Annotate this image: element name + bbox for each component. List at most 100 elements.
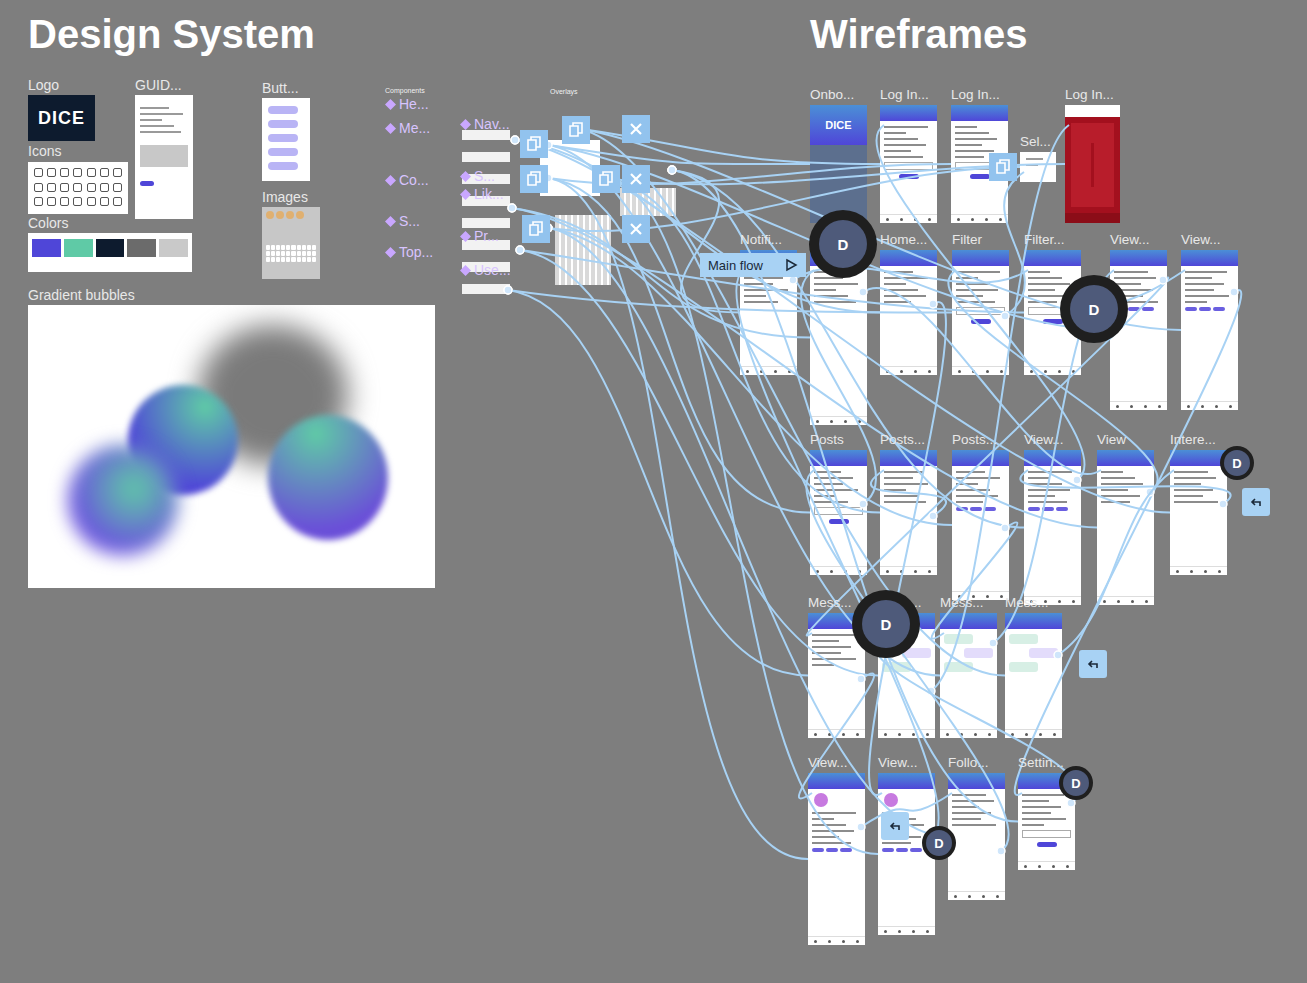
connection-arrow[interactable]	[605, 178, 878, 854]
component-item[interactable]: S...	[460, 168, 495, 184]
wireframe-screen[interactable]	[1170, 450, 1227, 575]
connection-arrow[interactable]	[515, 140, 1170, 513]
connection-node[interactable]	[508, 204, 516, 212]
flow-start-button[interactable]: Main flow	[700, 253, 806, 277]
component-item[interactable]: S...	[385, 213, 420, 229]
wireframe-screen[interactable]	[952, 250, 1009, 375]
overlay-tile[interactable]	[520, 165, 548, 193]
connection-node[interactable]	[668, 166, 676, 174]
connection-node[interactable]	[668, 166, 676, 174]
connection-node[interactable]	[504, 286, 512, 294]
connection-arrow[interactable]	[1015, 290, 1242, 795]
connection-arrow[interactable]	[548, 145, 810, 164]
connection-node[interactable]	[516, 246, 524, 254]
connection-arrow[interactable]	[672, 170, 1018, 822]
connection-node[interactable]	[789, 276, 797, 284]
wireframe-screen[interactable]	[1020, 152, 1056, 182]
component-item[interactable]: Me...	[385, 120, 430, 136]
connection-node[interactable]	[859, 288, 867, 296]
wireframe-screen[interactable]	[1005, 613, 1062, 738]
connection-arrow[interactable]	[548, 178, 810, 513]
connection-arrow[interactable]	[520, 250, 1024, 313]
gradient-bubbles[interactable]	[28, 305, 435, 588]
comment-avatar[interactable]: D	[1060, 275, 1128, 343]
connection-arrow[interactable]	[548, 228, 952, 525]
connection-arrow[interactable]	[736, 270, 939, 839]
color-swatch[interactable]	[127, 239, 156, 257]
wireframe-screen[interactable]	[880, 105, 937, 223]
wireframe-screen[interactable]: DICE	[810, 105, 867, 223]
connection-node[interactable]	[504, 286, 512, 294]
component-item[interactable]: Top...	[385, 244, 433, 260]
wireframe-screen[interactable]	[1097, 450, 1154, 605]
connection-node[interactable]	[929, 300, 937, 308]
connection-node[interactable]	[511, 136, 519, 144]
overlay-tile[interactable]	[522, 215, 550, 243]
connection-arrow[interactable]	[508, 290, 808, 676]
connection-arrow[interactable]	[548, 145, 940, 676]
connection-node[interactable]	[857, 823, 865, 831]
connection-arrow[interactable]	[874, 633, 1079, 803]
connection-node[interactable]	[1230, 288, 1238, 296]
connection-arrow[interactable]	[948, 270, 1157, 492]
connection-arrow[interactable]	[672, 170, 1024, 528]
back-action[interactable]	[1079, 650, 1107, 678]
comment-avatar[interactable]: D	[922, 826, 956, 860]
images-frame[interactable]	[262, 207, 320, 279]
connection-arrow[interactable]	[548, 145, 1110, 330]
component-item[interactable]: Co...	[385, 172, 429, 188]
color-swatch[interactable]	[96, 239, 125, 257]
connection-arrow[interactable]	[672, 170, 740, 313]
connection-arrow[interactable]	[512, 208, 1097, 528]
connection-arrow[interactable]	[801, 270, 876, 504]
overlay-tile[interactable]	[592, 165, 620, 193]
connection-arrow[interactable]	[575, 128, 880, 164]
connection-node[interactable]	[1219, 500, 1227, 508]
colors-frame[interactable]	[28, 233, 192, 272]
overlay-tile[interactable]	[562, 116, 590, 144]
component-item[interactable]: Pr...	[460, 228, 499, 244]
comment-avatar[interactable]: D	[1220, 446, 1254, 480]
connection-arrow[interactable]	[806, 470, 1009, 851]
overlay-tile[interactable]	[622, 115, 650, 143]
overlay-tile[interactable]	[989, 153, 1017, 181]
back-action[interactable]	[881, 812, 909, 840]
component-item[interactable]: Use...	[460, 262, 511, 278]
connection-node[interactable]	[1146, 488, 1154, 496]
connection-node[interactable]	[1001, 312, 1009, 320]
wireframe-screen[interactable]	[940, 613, 997, 738]
connection-node[interactable]	[997, 847, 1005, 855]
wireframe-screen[interactable]	[808, 773, 865, 945]
connection-arrow[interactable]	[605, 178, 880, 513]
overlay-keyboard[interactable]	[555, 215, 611, 285]
connection-node[interactable]	[857, 675, 865, 683]
wireframe-screen[interactable]	[1181, 250, 1238, 410]
wireframe-screen[interactable]	[1065, 105, 1120, 223]
color-swatch[interactable]	[64, 239, 93, 257]
component-item[interactable]: Lik...	[460, 186, 504, 202]
connection-arrow[interactable]	[512, 208, 810, 338]
color-swatch[interactable]	[159, 239, 188, 257]
comment-avatar[interactable]: D	[809, 210, 877, 278]
overlay-tile[interactable]	[622, 215, 650, 243]
figma-canvas[interactable]: Design SystemWireframesLogoDICEGUID...Bu…	[0, 0, 1307, 983]
wireframe-screen[interactable]	[952, 450, 1009, 600]
connection-node[interactable]	[1067, 799, 1075, 807]
connection-node[interactable]	[668, 166, 676, 174]
connection-node[interactable]	[929, 512, 937, 520]
color-swatch[interactable]	[32, 239, 61, 257]
connection-node[interactable]	[1073, 476, 1081, 484]
connection-node[interactable]	[1054, 651, 1062, 659]
connection-arrow[interactable]	[869, 302, 946, 795]
buttons-frame[interactable]	[262, 98, 310, 181]
icons-frame[interactable]	[28, 162, 128, 214]
overlay-menu[interactable]	[540, 140, 600, 196]
wireframe-screen[interactable]	[880, 250, 937, 375]
connection-node[interactable]	[508, 204, 516, 212]
wireframe-screen[interactable]	[880, 450, 937, 575]
component-item[interactable]: Nav...	[460, 116, 510, 132]
wireframe-screen[interactable]	[1024, 450, 1081, 605]
comment-avatar[interactable]: D	[1059, 766, 1093, 800]
connection-arrow[interactable]	[931, 125, 1069, 691]
connection-node[interactable]	[859, 500, 867, 508]
